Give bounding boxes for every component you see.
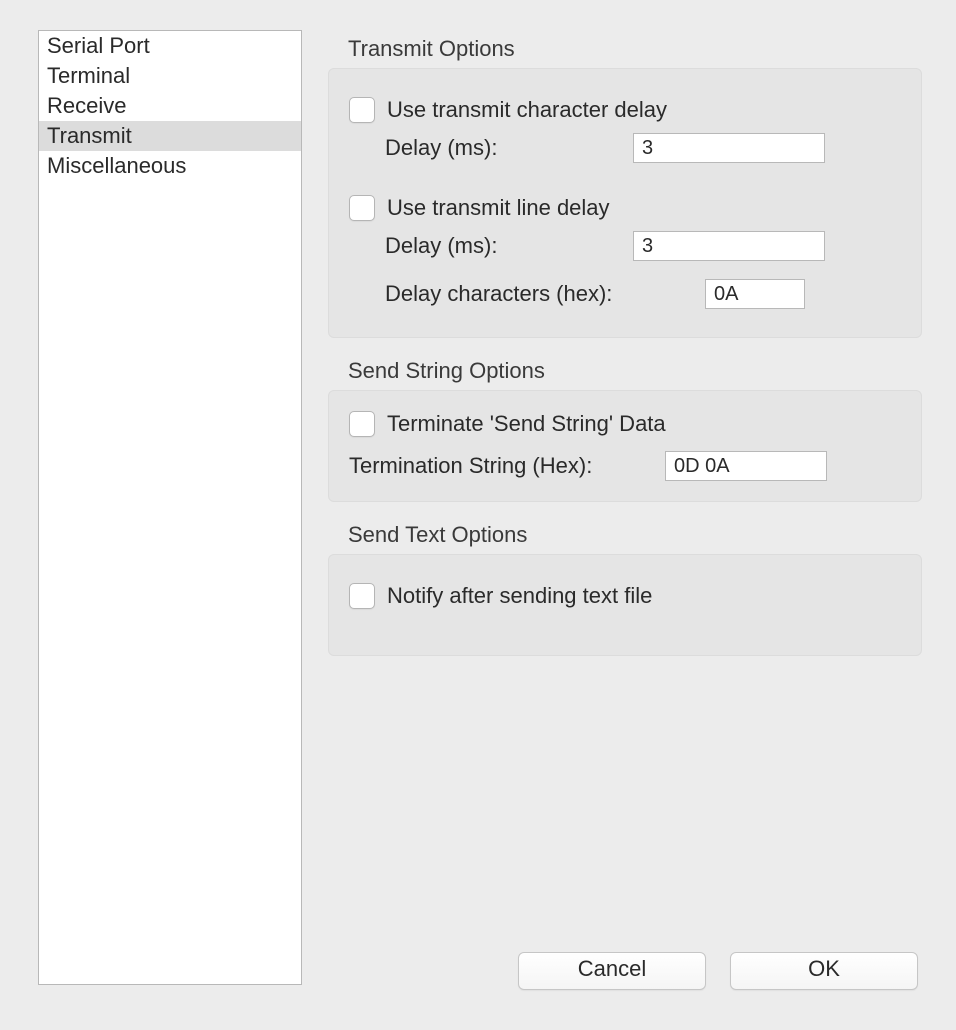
input-delay-chars-hex[interactable] [705, 279, 805, 309]
input-line-delay-ms[interactable] [633, 231, 825, 261]
label-notify-after-sending: Notify after sending text file [387, 583, 652, 609]
category-list: Serial Port Terminal Receive Transmit Mi… [38, 30, 302, 985]
label-use-line-delay: Use transmit line delay [387, 195, 610, 221]
input-char-delay-ms[interactable] [633, 133, 825, 163]
section-title-send-text: Send Text Options [348, 522, 928, 548]
sidebar-item-receive[interactable]: Receive [39, 91, 301, 121]
label-terminate-send-string: Terminate 'Send String' Data [387, 411, 666, 437]
dialog-buttons: Cancel OK [518, 952, 918, 990]
label-line-delay-ms: Delay (ms): [385, 233, 633, 259]
group-send-text-options: Notify after sending text file [328, 554, 922, 656]
label-char-delay-ms: Delay (ms): [385, 135, 633, 161]
checkbox-terminate-send-string[interactable] [349, 411, 375, 437]
checkbox-use-char-delay[interactable] [349, 97, 375, 123]
sidebar-item-terminal[interactable]: Terminal [39, 61, 301, 91]
sidebar-item-transmit[interactable]: Transmit [39, 121, 301, 151]
sidebar-item-miscellaneous[interactable]: Miscellaneous [39, 151, 301, 181]
checkbox-use-line-delay[interactable] [349, 195, 375, 221]
label-delay-chars-hex: Delay characters (hex): [385, 281, 705, 307]
input-termination-string-hex[interactable] [665, 451, 827, 481]
group-send-string-options: Terminate 'Send String' Data Termination… [328, 390, 922, 502]
label-termination-string-hex: Termination String (Hex): [349, 453, 665, 479]
group-transmit-options: Use transmit character delay Delay (ms):… [328, 68, 922, 338]
ok-button[interactable]: OK [730, 952, 918, 990]
section-title-send-string: Send String Options [348, 358, 928, 384]
preferences-dialog: Serial Port Terminal Receive Transmit Mi… [0, 0, 956, 1030]
section-title-transmit: Transmit Options [348, 36, 928, 62]
main-panel: Transmit Options Use transmit character … [328, 28, 928, 676]
sidebar-item-serial-port[interactable]: Serial Port [39, 31, 301, 61]
cancel-button[interactable]: Cancel [518, 952, 706, 990]
label-use-char-delay: Use transmit character delay [387, 97, 667, 123]
checkbox-notify-after-sending[interactable] [349, 583, 375, 609]
